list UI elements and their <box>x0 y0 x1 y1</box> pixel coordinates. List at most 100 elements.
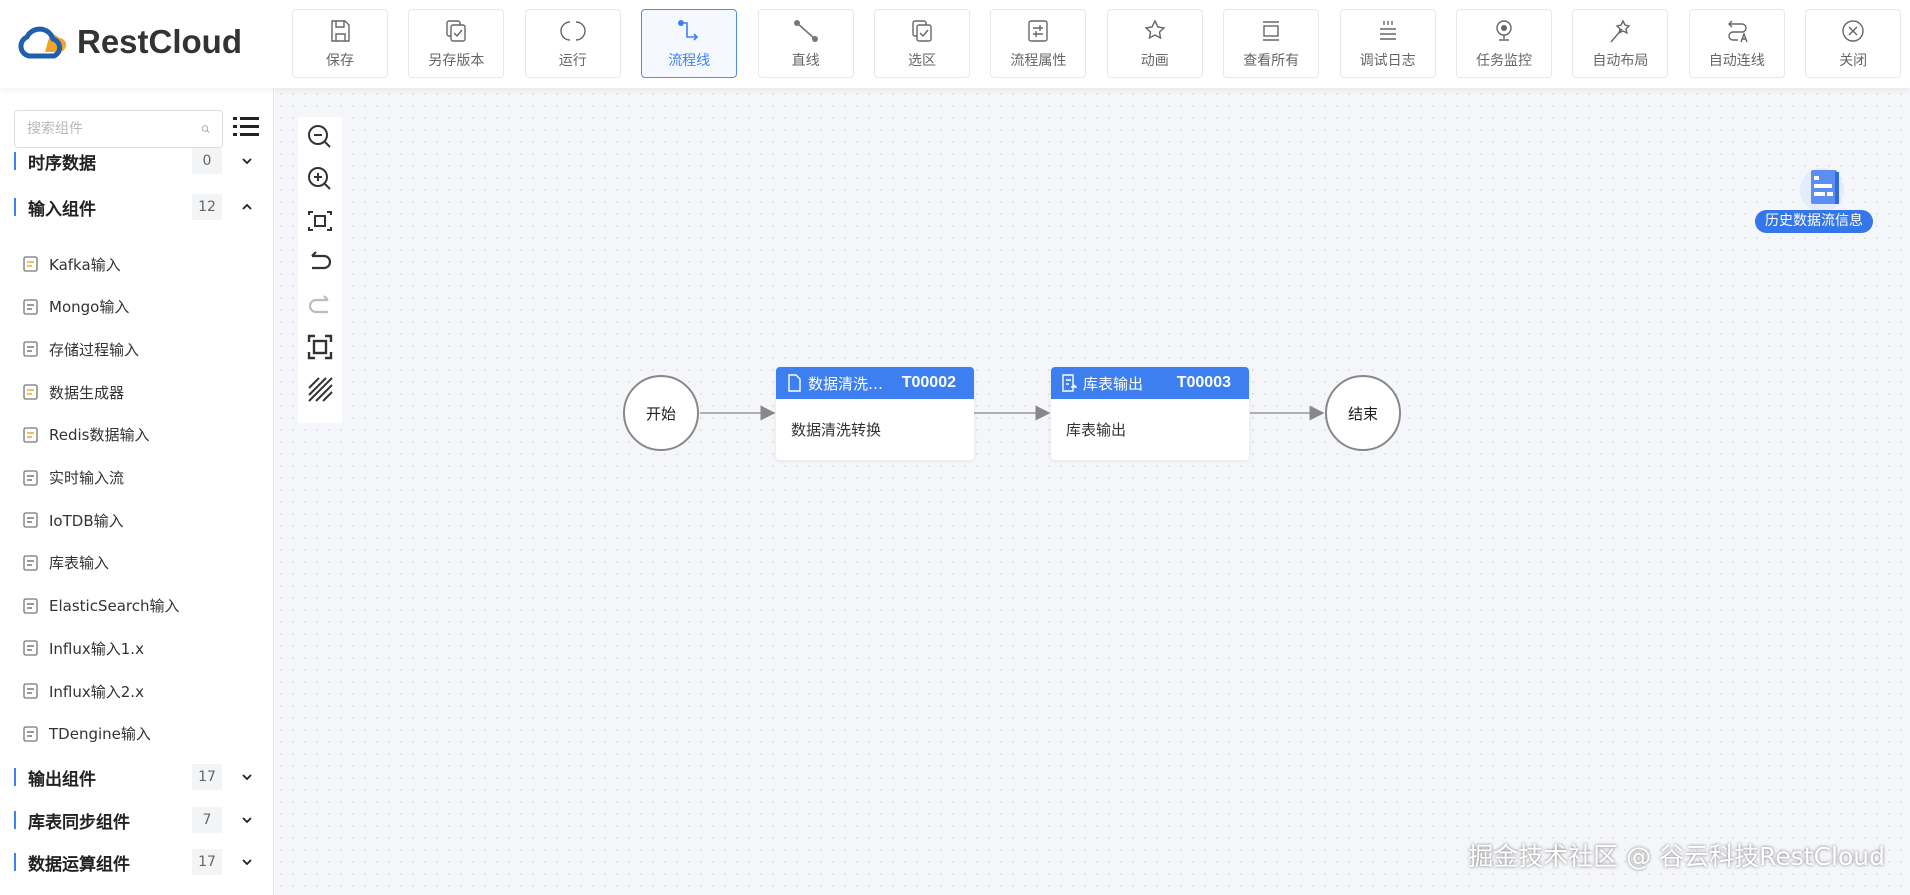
save-version-icon <box>446 19 467 42</box>
node-header: 数据清洗… T00002 <box>776 367 974 399</box>
elasticsearch-icon <box>23 597 38 614</box>
history-flow-info[interactable]: 历史数据流信息 <box>1755 166 1885 236</box>
component-item[interactable]: IoTDB输入 <box>22 505 124 535</box>
start-node[interactable]: 开始 <box>623 375 699 451</box>
toolbar-button-properties[interactable]: 流程属性 <box>990 9 1087 78</box>
toolbar-button-animation[interactable]: 动画 <box>1106 9 1203 78</box>
animation-icon <box>1144 18 1166 39</box>
toolbar-button-close[interactable]: 关闭 <box>1805 9 1902 78</box>
search-icon[interactable] <box>201 121 210 137</box>
toolbar-button-straight-line[interactable]: 直线 <box>757 9 854 78</box>
search-box[interactable] <box>14 110 223 148</box>
category-marker <box>14 768 16 786</box>
toolbar-button-label: 另存版本 <box>428 52 485 69</box>
cloud-logo-icon <box>18 26 66 59</box>
selection-icon <box>912 19 932 42</box>
category-3[interactable]: 库表同步组件 7 <box>14 805 254 835</box>
component-item[interactable]: Mongo输入 <box>22 292 129 322</box>
category-4[interactable]: 数据运算组件 17 <box>14 847 254 877</box>
component-item[interactable]: 存储过程输入 <box>22 334 139 364</box>
component-item-label: IoTDB输入 <box>49 511 124 530</box>
component-item[interactable]: ElasticSearch输入 <box>22 591 179 621</box>
toolbar-button-label: 流程属性 <box>1010 52 1067 69</box>
component-item-label: TDengine输入 <box>49 725 151 744</box>
auto-layout-icon <box>1610 18 1631 42</box>
component-item[interactable]: TDengine输入 <box>22 719 151 749</box>
toolbar-button-auto-layout[interactable]: 自动布局 <box>1572 9 1669 78</box>
chevron-up-icon[interactable] <box>240 202 254 212</box>
category-name: 输出组件 <box>28 769 96 790</box>
toolbar-button-run[interactable]: 运行 <box>524 9 621 78</box>
toolbar-button-label: 流程线 <box>668 52 711 69</box>
toolbar-button-save-version[interactable]: 另存版本 <box>408 9 505 78</box>
node-body: 数据清洗转换 <box>791 421 882 439</box>
flow-canvas[interactable]: 开始 数据清洗… T00002 数据清洗转换 库表输出 T00003 库表输出 … <box>275 88 1910 895</box>
component-item-label: 数据生成器 <box>49 383 125 402</box>
component-item[interactable]: Influx输入2.x <box>22 676 144 706</box>
transform-icon <box>788 374 801 392</box>
node-title: 数据清洗… <box>808 374 884 393</box>
toolbar-button-debug-log[interactable]: 调试日志 <box>1339 9 1436 78</box>
properties-icon <box>1028 19 1049 42</box>
toolbar-button-label: 运行 <box>558 52 587 69</box>
component-item-label: Influx输入2.x <box>49 682 144 701</box>
category-2[interactable]: 输出组件 17 <box>14 762 254 792</box>
component-item[interactable]: 实时输入流 <box>22 463 124 493</box>
auto-connect-icon <box>1727 20 1748 42</box>
chevron-down-icon[interactable] <box>240 857 254 867</box>
toolbar-button-save[interactable]: 保存 <box>292 9 388 78</box>
component-item-label: Redis数据输入 <box>49 426 150 445</box>
category-name: 时序数据 <box>28 153 96 174</box>
view-all-icon <box>1263 20 1280 41</box>
end-node[interactable]: 结束 <box>1325 375 1401 451</box>
save-icon <box>331 19 350 42</box>
chevron-down-icon[interactable] <box>240 815 254 825</box>
realtime-stream-icon <box>23 469 38 486</box>
stored-procedure-icon <box>23 341 38 358</box>
category-count: 7 <box>192 807 222 833</box>
flow-connectors <box>700 405 1325 421</box>
toolbar-button-label: 动画 <box>1140 52 1169 69</box>
header: RestCloud 保存 另存版本 运行 流程线 直线 选区 流程属性 动画 查看所有 调试日志 任… <box>0 0 1910 88</box>
history-label[interactable]: 历史数据流信息 <box>1755 210 1873 233</box>
straight-line-icon <box>793 19 818 42</box>
toolbar-button-label: 选区 <box>908 52 936 69</box>
toolbar-button-label: 关闭 <box>1839 52 1868 69</box>
category-1[interactable]: 输入组件 12 <box>14 192 254 222</box>
toolbar-button-label: 自动连线 <box>1708 52 1765 69</box>
component-item[interactable]: 数据生成器 <box>22 377 124 407</box>
flow-line-icon <box>678 19 699 41</box>
category-count: 0 <box>192 148 222 174</box>
component-sidebar: 时序数据 0 输入组件 12 输出组件 17 库表同步组件 7 数据运算组件 17 Kafka输入 M… <box>0 88 274 895</box>
toolbar-button-label: 查看所有 <box>1243 52 1300 69</box>
chevron-down-icon[interactable] <box>240 772 254 782</box>
component-item[interactable]: Kafka输入 <box>22 249 121 279</box>
component-item-label: 库表输入 <box>49 554 110 573</box>
component-item-label: Mongo输入 <box>49 298 130 317</box>
toolbar-button-flow-line[interactable]: 流程线 <box>641 9 738 78</box>
chevron-down-icon[interactable] <box>240 156 254 166</box>
search-input[interactable] <box>27 121 201 137</box>
toolbar-button-label: 调试日志 <box>1359 52 1416 69</box>
component-item[interactable]: Influx输入1.x <box>22 633 144 663</box>
component-item[interactable]: 库表输入 <box>22 548 109 578</box>
toolbar-button-selection[interactable]: 选区 <box>874 9 970 78</box>
watermark: 掘金技术社区 @ 谷云科技RestCloud <box>1468 842 1885 871</box>
component-item-label: ElasticSearch输入 <box>49 597 180 616</box>
component-item-label: Influx输入1.x <box>49 639 144 658</box>
category-0[interactable]: 时序数据 0 <box>14 146 254 176</box>
category-marker <box>14 811 16 829</box>
toolbar-button-label: 自动布局 <box>1592 52 1649 69</box>
component-item[interactable]: Redis数据输入 <box>22 420 149 450</box>
toolbar-button-view-all[interactable]: 查看所有 <box>1223 9 1320 78</box>
list-view-icon[interactable] <box>233 116 259 138</box>
toolbar-button-monitor[interactable]: 任务监控 <box>1456 9 1552 78</box>
flow-node-table-output[interactable]: 库表输出 T00003 库表输出 <box>1051 367 1249 460</box>
toolbar-button-auto-connect[interactable]: 自动连线 <box>1688 9 1785 78</box>
category-count: 17 <box>192 764 222 790</box>
node-body: 库表输出 <box>1066 421 1127 439</box>
category-count: 17 <box>192 849 222 875</box>
flow-node-clean[interactable]: 数据清洗… T00002 数据清洗转换 <box>776 367 974 460</box>
monitor-icon <box>1496 19 1512 41</box>
history-document-icon <box>1800 168 1844 212</box>
